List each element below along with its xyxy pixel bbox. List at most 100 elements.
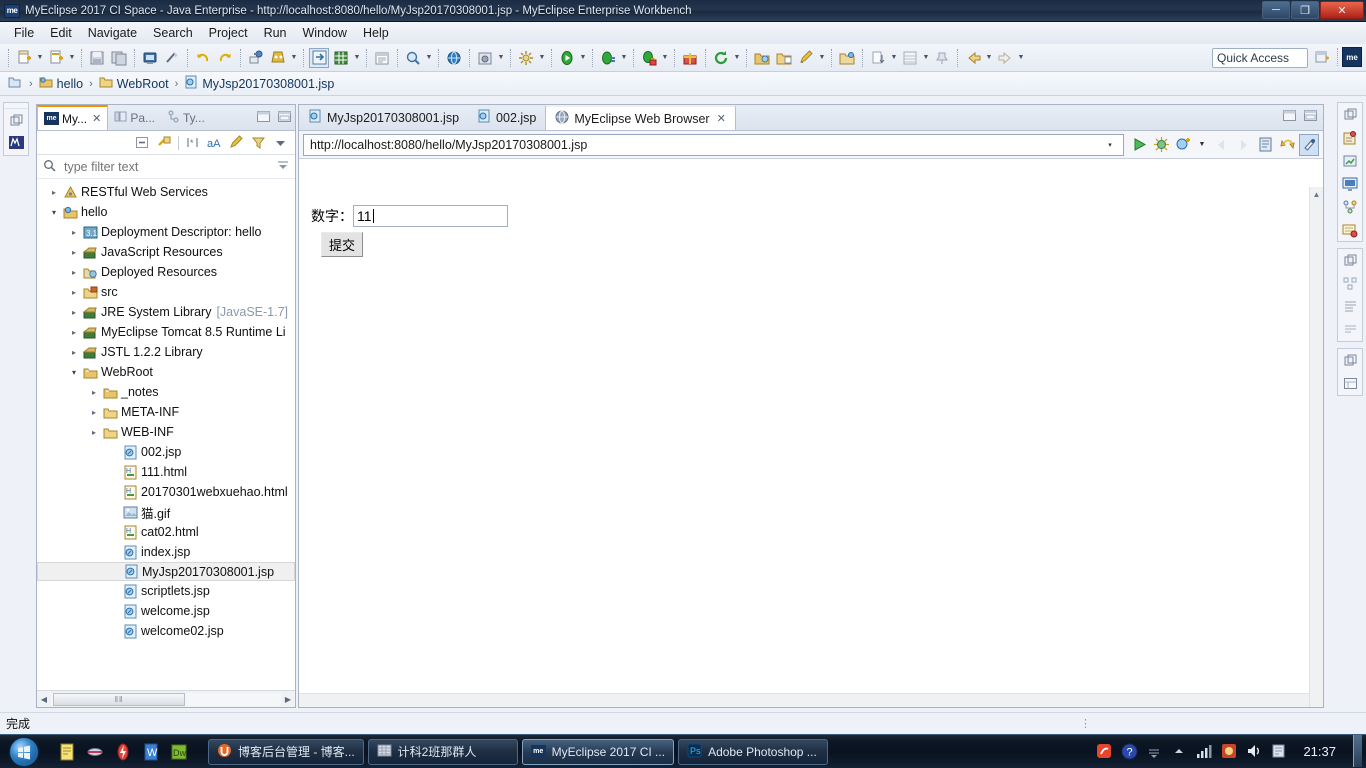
back-icon[interactable] [963, 48, 983, 68]
chevron-right-icon[interactable]: ▸ [67, 242, 81, 262]
next-annotation-dropdown[interactable]: ▼ [889, 48, 899, 68]
tree-node[interactable]: H 20170301webxuehao.html [37, 482, 295, 502]
open-folder-icon[interactable] [752, 48, 772, 68]
taskbar-item-qq-group[interactable]: 计科2班那群人 [367, 738, 518, 765]
chevron-right-icon[interactable]: ▸ [67, 262, 81, 282]
edit-icon[interactable] [796, 48, 816, 68]
pin-icon[interactable] [932, 48, 952, 68]
filters-icon[interactable] [250, 134, 267, 151]
link-with-editor-icon[interactable] [156, 134, 173, 151]
close-icon[interactable]: ✕ [717, 112, 726, 125]
redo-icon[interactable] [215, 48, 235, 68]
filter-menu-icon[interactable] [277, 159, 289, 174]
taskbar-item-blog[interactable]: 博客后台管理 - 博客... [208, 738, 364, 765]
new-jsp-dropdown[interactable]: ▼ [67, 48, 77, 68]
task-list-icon[interactable] [1338, 372, 1362, 395]
new-wizard-icon[interactable] [14, 48, 34, 68]
open-browser-icon[interactable] [309, 47, 329, 68]
forward-dropdown[interactable]: ▼ [1016, 48, 1026, 68]
open-perspective-button[interactable] [1312, 47, 1332, 67]
run-icon[interactable] [557, 48, 577, 68]
run-config-dropdown[interactable]: ▼ [619, 48, 629, 68]
tab-002-jsp[interactable]: 002.jsp [468, 105, 545, 130]
toggle-mark-occurrences-icon[interactable] [162, 48, 182, 68]
run-secure-dropdown[interactable]: ▼ [660, 48, 670, 68]
wps-writer-icon[interactable]: W [138, 738, 164, 766]
properties-icon[interactable] [1338, 295, 1362, 318]
chevron-right-icon[interactable]: ▸ [87, 422, 101, 442]
perspective-icon[interactable] [8, 75, 23, 92]
scroll-track[interactable]: ‖‖ [51, 692, 281, 706]
taskbar-clock[interactable]: 21:37 [1295, 744, 1344, 759]
tree-node[interactable]: scriptlets.jsp [37, 581, 295, 601]
refresh-icon[interactable] [711, 48, 731, 68]
database-explorer-icon[interactable] [331, 48, 351, 68]
perspective-myeclipse-button[interactable]: me [1342, 47, 1362, 67]
restore-view-icon[interactable] [1338, 103, 1362, 126]
chevron-right-icon[interactable]: ▸ [87, 402, 101, 422]
tree-node[interactable]: Hcat02.html [37, 522, 295, 542]
tab-myeclipse-explorer[interactable]: me My... ✕ [37, 105, 109, 130]
menu-project[interactable]: Project [201, 24, 256, 42]
new-jsp-icon[interactable] [46, 48, 66, 68]
tree-node[interactable]: index.jsp [37, 542, 295, 562]
new-wizard-dropdown[interactable]: ▼ [35, 48, 45, 68]
submit-button[interactable]: 提交 [321, 232, 364, 257]
tree-node[interactable]: ▸ src [37, 282, 295, 302]
deploy-icon[interactable] [246, 48, 266, 68]
snapshot-dropdown[interactable]: ▼ [496, 48, 506, 68]
menu-edit[interactable]: Edit [42, 24, 80, 42]
back-dropdown[interactable]: ▼ [984, 48, 994, 68]
db-browser-icon[interactable] [1338, 218, 1362, 241]
save-icon[interactable] [87, 48, 107, 68]
restore-view-icon[interactable] [4, 109, 28, 131]
tree-node[interactable]: welcome02.jsp [37, 621, 295, 641]
tree-node[interactable]: H 111.html [37, 462, 295, 482]
maximize-editor-icon[interactable] [1304, 110, 1317, 124]
servers-icon[interactable] [1338, 126, 1362, 149]
search-dropdown[interactable]: ▼ [424, 48, 434, 68]
help-icon[interactable]: ? [1120, 741, 1138, 761]
minimize-editor-icon[interactable] [1283, 110, 1296, 124]
tree-node[interactable]: ▸ JRE System Library [JavaSE-1.7] [37, 302, 295, 322]
tree-node[interactable]: ▸ JavaScript Resources [37, 242, 295, 262]
network-icon[interactable] [1195, 741, 1213, 761]
chevron-right-icon[interactable]: ▸ [87, 382, 101, 402]
undo-icon[interactable] [193, 48, 213, 68]
filter-input[interactable] [62, 158, 271, 175]
tree-node[interactable]: ▸ Deployed Resources [37, 262, 295, 282]
tree-node[interactable]: 猫.gif [37, 502, 295, 522]
tree-node[interactable]: ▸ 3.1 Deployment Descriptor: hello [37, 222, 295, 242]
open-type-icon[interactable] [444, 48, 464, 68]
tree-node[interactable]: ▸ RESTful Web Services [37, 182, 295, 202]
configure-dropdown[interactable]: ▼ [537, 48, 547, 68]
configure-icon[interactable] [516, 48, 536, 68]
problems-icon[interactable] [1338, 318, 1362, 341]
taskbar-item-myeclipse[interactable]: me MyEclipse 2017 CI ... [521, 738, 675, 765]
tree-node[interactable]: ▸ MyEclipse Tomcat 8.5 Runtime Li [37, 322, 295, 342]
close-button[interactable]: ✕ [1320, 1, 1364, 19]
breadcrumb-item-webroot[interactable]: WebRoot [117, 77, 169, 91]
maximize-button[interactable]: ❐ [1291, 1, 1319, 19]
number-input[interactable]: 11 [353, 205, 508, 227]
outline-icon[interactable] [1338, 195, 1362, 218]
list-dropdown[interactable]: ▼ [921, 48, 931, 68]
minimize-view-icon[interactable] [257, 111, 270, 125]
menu-window[interactable]: Window [295, 24, 355, 42]
chevron-right-icon[interactable]: ▸ [67, 222, 81, 242]
status-resize-handle[interactable]: ⋮ [1080, 717, 1091, 730]
report-icon[interactable] [372, 48, 392, 68]
tree-node-selected[interactable]: MyJsp20170308001.jsp [37, 562, 295, 581]
next-annotation-icon[interactable] [868, 48, 888, 68]
chevron-right-icon[interactable]: ▸ [67, 282, 81, 302]
myeclipse-explorer-icon[interactable] [4, 131, 28, 153]
run-secure-icon[interactable] [639, 48, 659, 68]
explorer-hscrollbar[interactable]: ◀ ‖‖ ▶ [37, 690, 295, 707]
show-hidden-icons-icon[interactable] [1145, 741, 1163, 761]
chevron-right-icon[interactable]: ▸ [67, 342, 81, 362]
tree-node[interactable]: ▾ hello [37, 202, 295, 222]
minimize-button[interactable]: ─ [1262, 1, 1290, 19]
view-menu-icon[interactable] [272, 134, 289, 151]
maximize-view-icon[interactable] [278, 111, 291, 125]
sogou-input-icon[interactable] [1095, 741, 1113, 761]
